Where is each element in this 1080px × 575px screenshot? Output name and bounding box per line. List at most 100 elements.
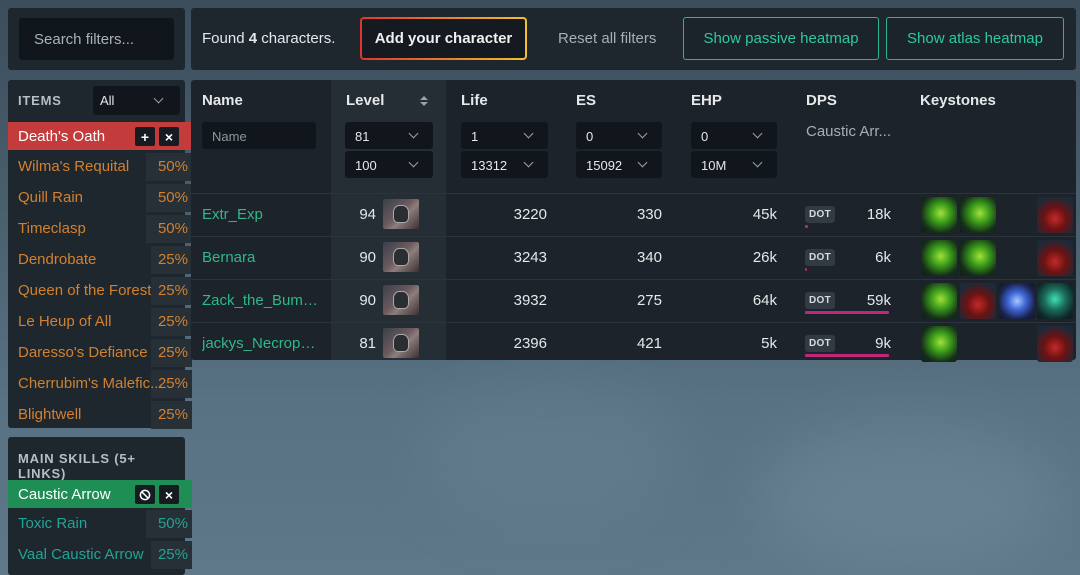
es-min-select[interactable]: 0 [576, 122, 662, 149]
chevron-down-icon [408, 157, 419, 168]
item-list-row[interactable]: Timeclasp 50% [8, 215, 192, 243]
character-name-link[interactable]: Zack_the_Bumb... [202, 292, 320, 309]
dps-value: 9k [875, 335, 891, 352]
item-list-row[interactable]: Queen of the Forest 25% [8, 277, 192, 305]
atlas-heatmap-button[interactable]: Show atlas heatmap [886, 17, 1064, 60]
list-item-name: Toxic Rain [18, 515, 88, 532]
list-item-name: Blightwell [18, 406, 82, 423]
header-life[interactable]: Life [461, 92, 488, 109]
character-name-link[interactable]: Bernara [202, 249, 320, 266]
ehp-max-select[interactable]: 10M [691, 151, 777, 178]
green-gem-icon[interactable] [960, 240, 996, 276]
life-min-select[interactable]: 1 [461, 122, 548, 149]
chevron-down-icon [637, 157, 648, 168]
item-list-row[interactable]: Cherrubim's Malefic... 25% [8, 370, 192, 398]
green-gem-icon[interactable] [921, 197, 957, 233]
found-count: 4 [248, 30, 258, 47]
item-list-row[interactable]: Blightwell 25% [8, 401, 192, 429]
item-list-row[interactable]: Dendrobate 25% [8, 246, 192, 274]
table-row[interactable]: Bernara 90 3243 340 26k DOT 6k [191, 236, 1076, 278]
list-item-percent: 25% [157, 375, 188, 392]
name-filter-input[interactable]: Name [202, 122, 316, 149]
dps-skill-filter[interactable]: Caustic Arr... [806, 123, 891, 140]
active-skill-filter[interactable]: Caustic Arrow × [8, 480, 192, 508]
life-max-select[interactable]: 13312 [461, 151, 548, 178]
list-item-percent: 25% [157, 406, 188, 423]
active-item-label: Death's Oath [18, 127, 106, 145]
green-gem-icon[interactable] [921, 283, 957, 319]
chevron-down-icon [523, 128, 534, 139]
level-max-select[interactable]: 100 [345, 151, 433, 178]
reset-filters-button[interactable]: Reset all filters [558, 30, 656, 47]
dps-bar [805, 268, 807, 271]
green-gem-icon[interactable] [960, 197, 996, 233]
ehp-value: 26k [752, 249, 777, 266]
found-suffix: characters. [261, 30, 336, 47]
list-item-percent: 50% [157, 189, 188, 206]
green-gem-icon[interactable] [921, 240, 957, 276]
item-list-row[interactable]: Daresso's Defiance 25% [8, 339, 192, 367]
include-plus-icon[interactable]: + [135, 127, 155, 146]
active-item-filter[interactable]: Death's Oath + × [8, 122, 192, 150]
character-name-link[interactable]: Extr_Exp [202, 206, 320, 223]
found-count-text: Found 4 characters. [202, 30, 335, 47]
list-item-name: Queen of the Forest [18, 282, 152, 299]
es-value: 275 [636, 292, 662, 309]
items-filter-select[interactable]: All [93, 86, 180, 115]
teal-keystone-icon[interactable] [1037, 283, 1073, 319]
level-min-select[interactable]: 81 [345, 122, 433, 149]
table-row[interactable]: Zack_the_Bumb... 90 3932 275 64k DOT 59k [191, 279, 1076, 321]
es-max-select[interactable]: 15092 [576, 151, 662, 178]
skill-list-row[interactable]: Vaal Caustic Arrow 25% [8, 541, 192, 569]
main-skills-panel: MAIN SKILLS (5+ LINKS) Caustic Arrow × T… [8, 437, 192, 575]
item-list-row[interactable]: Wilma's Requital 50% [8, 153, 192, 181]
red-keystone-icon[interactable] [960, 283, 996, 319]
class-avatar-icon [383, 328, 419, 358]
table-row[interactable]: Extr_Exp 94 3220 330 45k DOT 18k [191, 193, 1076, 235]
character-name-link[interactable]: jackys_Necropol... [202, 335, 320, 352]
es-value: 340 [636, 249, 662, 266]
item-list-row[interactable]: Le Heup of All 25% [8, 308, 192, 336]
header-dps[interactable]: DPS [806, 92, 837, 109]
remove-close-icon[interactable]: × [159, 485, 179, 504]
ehp-value: 5k [761, 335, 777, 352]
list-item-percent: 50% [157, 220, 188, 237]
dps-type-badge: DOT [805, 206, 836, 223]
red-keystone-icon[interactable] [1037, 197, 1073, 233]
add-character-button[interactable]: Add your character [360, 17, 527, 60]
dps-bar [805, 311, 889, 314]
life-value: 3243 [513, 249, 547, 266]
ehp-min-select[interactable]: 0 [691, 122, 777, 149]
search-panel [8, 8, 185, 70]
skill-list-row[interactable]: Toxic Rain 50% [8, 510, 192, 538]
chevron-down-icon [637, 128, 648, 139]
dps-type-badge: DOT [805, 249, 836, 266]
search-filters-input[interactable] [19, 18, 174, 60]
ehp-value: 45k [752, 206, 777, 223]
level-value: 90 [359, 292, 376, 309]
red-keystone-icon[interactable] [1037, 326, 1073, 362]
dps-type-badge: DOT [805, 335, 836, 352]
header-name[interactable]: Name [202, 92, 243, 109]
remove-close-icon[interactable]: × [159, 127, 179, 146]
exclude-ban-icon[interactable] [135, 485, 155, 504]
name-filter-placeholder: Name [212, 129, 247, 144]
chevron-down-icon [752, 157, 763, 168]
chevron-down-icon [153, 93, 164, 104]
header-level[interactable]: Level [346, 92, 384, 109]
passive-heatmap-button[interactable]: Show passive heatmap [683, 17, 879, 60]
header-ehp[interactable]: EHP [691, 92, 722, 109]
item-list-row[interactable]: Quill Rain 50% [8, 184, 192, 212]
red-keystone-icon[interactable] [1037, 240, 1073, 276]
green-gem-icon[interactable] [921, 326, 957, 362]
sort-icon[interactable] [419, 95, 429, 107]
life-max-value: 13312 [471, 158, 508, 173]
class-avatar-icon [383, 285, 419, 315]
class-avatar-icon [383, 242, 419, 272]
list-item-name: Timeclasp [18, 220, 86, 237]
items-filter-panel: ITEMS All Death's Oath + × Wilma's Requi… [8, 80, 192, 429]
header-es[interactable]: ES [576, 92, 596, 109]
table-row[interactable]: jackys_Necropol... 81 2396 421 5k DOT 9k [191, 322, 1076, 364]
found-prefix: Found [202, 30, 245, 47]
blue-orb-icon[interactable] [999, 283, 1035, 319]
